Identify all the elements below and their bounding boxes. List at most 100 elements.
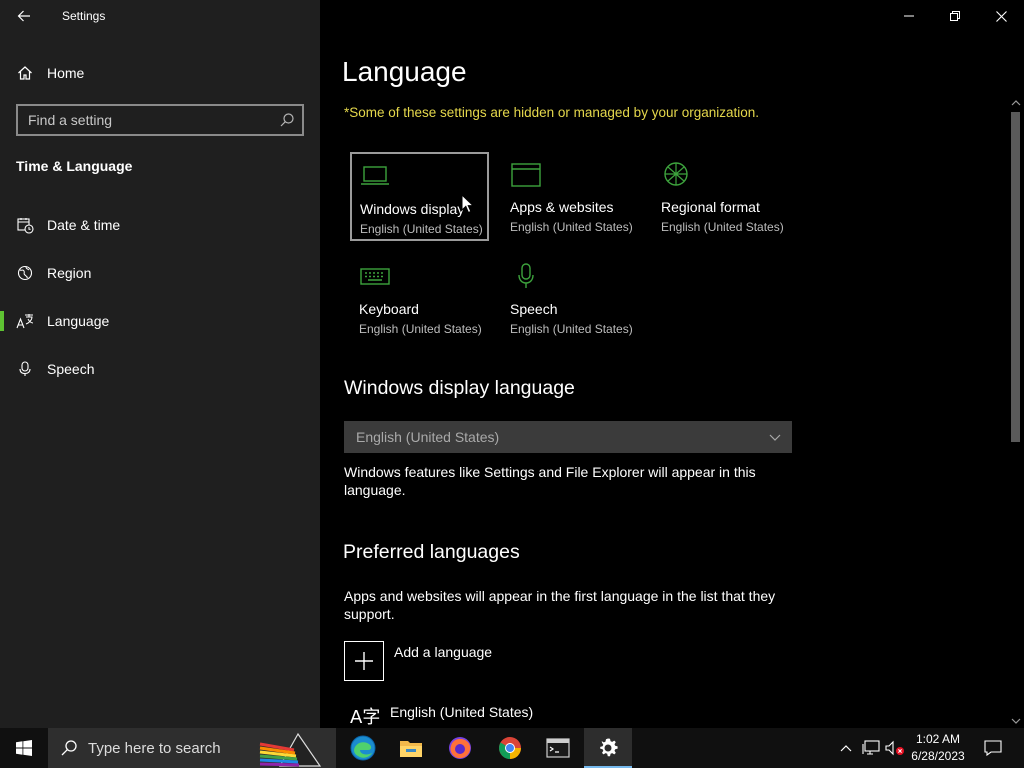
notification-icon (984, 740, 1002, 756)
scroll-up-button[interactable] (1008, 96, 1024, 110)
sidebar-item-label: Home (47, 65, 85, 81)
section-title: Time & Language (16, 158, 133, 174)
sidebar-item-home[interactable]: Home (0, 53, 320, 93)
browser-window-icon (511, 163, 541, 187)
clock-time: 1:02 AM (915, 732, 961, 746)
home-icon (16, 64, 34, 82)
scroll-thumb[interactable] (1011, 112, 1020, 442)
notifications-button[interactable] (978, 728, 1008, 768)
language-glyph-icon: A字 (350, 707, 381, 728)
sidebar-item-label: Language (47, 313, 110, 329)
globe-format-icon (664, 162, 688, 186)
sidebar-item-speech[interactable]: Speech (0, 349, 320, 389)
vertical-scrollbar[interactable] (1008, 96, 1024, 728)
tile-title: Apps & websites (510, 199, 614, 215)
taskbar-edge[interactable] (339, 728, 387, 768)
preferred-languages-description: Apps and websites will appear in the fir… (344, 588, 776, 622)
sidebar-item-label: Region (47, 265, 92, 281)
caret-up-icon (1011, 100, 1021, 106)
page-title: Language (342, 56, 467, 87)
taskbar-file-explorer[interactable] (387, 728, 435, 768)
windows-logo-icon (16, 740, 32, 756)
start-button[interactable] (0, 728, 48, 768)
taskbar-terminal[interactable] (534, 728, 582, 768)
microphone-icon (518, 263, 534, 288)
language-list-item[interactable]: A字 English (United States) (344, 700, 784, 728)
preferred-languages-heading: Preferred languages (343, 541, 520, 563)
microphone-icon (16, 360, 34, 378)
tile-title: Speech (510, 301, 558, 317)
tile-subtitle: English (United States) (359, 322, 482, 336)
settings-gear-icon (600, 738, 618, 757)
chrome-icon (499, 737, 521, 759)
tile-apps-websites[interactable]: Apps & websites English (United States) (502, 152, 641, 241)
taskbar-settings[interactable] (584, 728, 632, 768)
search-input[interactable] (28, 111, 268, 129)
taskbar-chrome[interactable] (486, 728, 534, 768)
file-explorer-icon (400, 741, 422, 757)
add-language-box (344, 641, 384, 681)
tile-keyboard[interactable]: Keyboard English (United States) (351, 254, 490, 343)
back-button[interactable] (8, 2, 40, 30)
clock-date: 6/28/2023 (911, 749, 965, 763)
taskbar-clock[interactable]: 1:02 AM 6/28/2023 (906, 730, 970, 766)
globe-icon (16, 264, 34, 282)
chevron-down-icon (769, 434, 781, 441)
edge-icon (350, 735, 376, 761)
display-language-description: Windows features like Settings and File … (344, 464, 756, 498)
close-button[interactable] (978, 0, 1024, 32)
tile-title: Keyboard (359, 301, 419, 317)
restore-icon (950, 11, 960, 21)
display-language-dropdown[interactable]: English (United States) (344, 421, 792, 453)
sidebar-item-date-time[interactable]: Date & time (0, 205, 320, 245)
search-icon (61, 740, 77, 756)
show-hidden-icons-button[interactable] (836, 728, 856, 768)
plus-icon (355, 652, 373, 670)
taskbar-search-placeholder: Type here to search (88, 740, 221, 757)
sidebar-item-region[interactable]: Region (0, 253, 320, 293)
mouse-pointer-icon (461, 194, 475, 214)
sidebar-item-label: Date & time (47, 217, 121, 233)
organization-notice: *Some of these settings are hidden or ma… (344, 105, 760, 120)
laptop-icon (361, 166, 389, 185)
search-field[interactable] (16, 104, 304, 136)
add-language-label: Add a language (394, 644, 493, 660)
volume-muted-icon (885, 740, 904, 756)
title-bar: Settings (0, 0, 320, 32)
scroll-down-button[interactable] (1008, 714, 1024, 728)
network-tray-button[interactable] (860, 728, 882, 768)
clock-calendar-icon (16, 216, 34, 234)
search-icon (280, 113, 294, 127)
volume-tray-button[interactable] (884, 728, 906, 768)
tile-title: Windows display (360, 201, 465, 217)
dropdown-value: English (United States) (356, 429, 500, 445)
restore-button[interactable] (932, 0, 978, 32)
language-name: English (United States) (390, 704, 534, 720)
sidebar-item-label: Speech (47, 361, 95, 377)
keyboard-icon (360, 268, 390, 285)
sidebar: Settings Home Time & Language Date & tim… (0, 0, 320, 728)
tile-subtitle: English (United States) (510, 322, 633, 336)
taskbar-firefox[interactable] (436, 728, 484, 768)
language-icon (16, 312, 34, 330)
sidebar-item-language[interactable]: Language (0, 301, 320, 341)
firefox-icon (449, 737, 471, 759)
taskbar: Type here to search 1:02 AM 6/28/2023 (0, 728, 1024, 768)
minimize-button[interactable] (886, 0, 932, 32)
back-arrow-icon (17, 10, 30, 22)
search-highlight-prism-icon (259, 732, 322, 767)
minimize-icon (904, 15, 914, 17)
display-language-heading: Windows display language (344, 377, 575, 399)
network-icon (862, 740, 880, 755)
tile-title: Regional format (661, 199, 760, 215)
tile-subtitle: English (United States) (510, 220, 633, 234)
terminal-icon (546, 738, 570, 758)
add-language-button[interactable]: Add a language (344, 641, 544, 681)
close-icon (995, 10, 1007, 22)
selection-indicator (0, 311, 4, 331)
chevron-up-icon (840, 745, 852, 752)
tile-subtitle: English (United States) (661, 220, 784, 234)
tile-regional-format[interactable]: Regional format English (United States) (653, 152, 792, 241)
caret-down-icon (1011, 718, 1021, 724)
tile-speech[interactable]: Speech English (United States) (502, 254, 641, 343)
